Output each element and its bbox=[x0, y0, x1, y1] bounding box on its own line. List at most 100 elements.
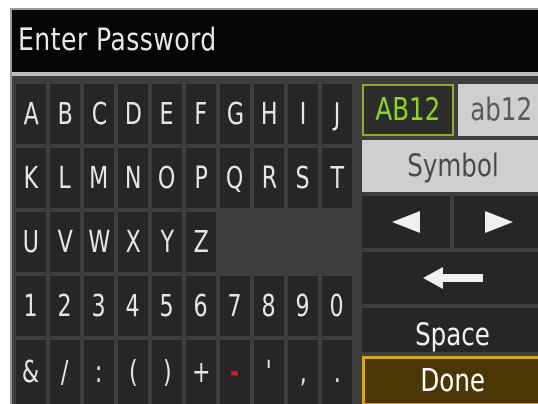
key-label: J bbox=[333, 96, 341, 132]
key-1-9[interactable]: T bbox=[322, 148, 352, 208]
key-4-9[interactable]: . bbox=[322, 340, 352, 404]
key-2-5[interactable]: Z bbox=[186, 212, 216, 272]
key-label: - bbox=[230, 354, 240, 390]
space-button[interactable]: Space bbox=[362, 308, 538, 353]
key-label: / bbox=[61, 354, 69, 390]
key-4-7[interactable]: ' bbox=[254, 340, 284, 404]
key-label: V bbox=[57, 224, 73, 260]
key-1-7[interactable]: R bbox=[254, 148, 284, 208]
key-3-9[interactable]: 0 bbox=[322, 276, 352, 336]
uppercase-mode-button[interactable]: AB12 bbox=[362, 84, 454, 136]
key-1-1[interactable]: L bbox=[50, 148, 80, 208]
key-1-5[interactable]: P bbox=[186, 148, 216, 208]
key-0-1[interactable]: B bbox=[50, 84, 80, 144]
key-2-0[interactable]: U bbox=[16, 212, 46, 272]
key-label: Z bbox=[193, 224, 209, 260]
key-3-4[interactable]: 5 bbox=[152, 276, 182, 336]
key-0-5[interactable]: F bbox=[186, 84, 216, 144]
key-label: R bbox=[261, 160, 277, 196]
key-1-2[interactable]: M bbox=[84, 148, 114, 208]
key-1-6[interactable]: Q bbox=[220, 148, 250, 208]
done-label: Done bbox=[420, 363, 486, 399]
key-label: 3 bbox=[91, 288, 107, 324]
lowercase-mode-label: ab12 bbox=[470, 92, 532, 128]
key-label: G bbox=[226, 96, 244, 132]
key-label: B bbox=[57, 96, 73, 132]
key-0-3[interactable]: D bbox=[118, 84, 148, 144]
key-label: 0 bbox=[329, 288, 345, 324]
key-label: I bbox=[299, 96, 307, 132]
key-label: . bbox=[333, 354, 341, 390]
key-3-7[interactable]: 8 bbox=[254, 276, 284, 336]
cursor-right-button[interactable] bbox=[454, 196, 538, 248]
key-label: K bbox=[23, 160, 39, 196]
key-label: ' bbox=[265, 354, 273, 390]
key-4-3[interactable]: ( bbox=[118, 340, 148, 404]
key-2-3[interactable]: X bbox=[118, 212, 148, 272]
key-3-3[interactable]: 4 bbox=[118, 276, 148, 336]
left-triangle-icon bbox=[392, 211, 420, 233]
space-label: Space bbox=[415, 317, 491, 353]
key-label: E bbox=[160, 96, 174, 132]
right-triangle-icon bbox=[485, 211, 513, 233]
key-1-4[interactable]: O bbox=[152, 148, 182, 208]
key-label: 7 bbox=[227, 288, 243, 324]
key-label: 2 bbox=[57, 288, 73, 324]
symbol-label: Symbol bbox=[407, 148, 499, 184]
symbol-button[interactable]: Symbol bbox=[362, 140, 538, 192]
done-button[interactable]: Done bbox=[362, 356, 538, 404]
cursor-left-button[interactable] bbox=[362, 196, 450, 248]
key-label: 1 bbox=[23, 288, 39, 324]
key-3-1[interactable]: 2 bbox=[50, 276, 80, 336]
key-label: M bbox=[89, 160, 109, 196]
key-label: D bbox=[124, 96, 142, 132]
key-3-5[interactable]: 6 bbox=[186, 276, 216, 336]
key-0-7[interactable]: H bbox=[254, 84, 284, 144]
key-label: P bbox=[194, 160, 208, 196]
key-label: + bbox=[191, 354, 211, 390]
key-2-2[interactable]: W bbox=[84, 212, 114, 272]
key-3-0[interactable]: 1 bbox=[16, 276, 46, 336]
key-4-0[interactable]: & bbox=[16, 340, 46, 404]
key-0-6[interactable]: G bbox=[220, 84, 250, 144]
key-2-1[interactable]: V bbox=[50, 212, 80, 272]
lowercase-mode-button[interactable]: ab12 bbox=[458, 84, 538, 136]
key-4-1[interactable]: / bbox=[50, 340, 80, 404]
password-field[interactable]: Enter Password bbox=[18, 18, 217, 62]
title-bar: Enter Password bbox=[12, 10, 538, 76]
key-4-4[interactable]: ) bbox=[152, 340, 182, 404]
key-label: 5 bbox=[159, 288, 175, 324]
key-label: N bbox=[124, 160, 142, 196]
key-label: H bbox=[260, 96, 278, 132]
key-1-8[interactable]: S bbox=[288, 148, 318, 208]
key-label: C bbox=[91, 96, 107, 132]
key-4-8[interactable]: , bbox=[288, 340, 318, 404]
key-0-4[interactable]: E bbox=[152, 84, 182, 144]
key-3-2[interactable]: 3 bbox=[84, 276, 114, 336]
key-0-2[interactable]: C bbox=[84, 84, 114, 144]
key-4-5[interactable]: + bbox=[186, 340, 216, 404]
key-label: ) bbox=[162, 354, 172, 390]
key-4-2[interactable]: : bbox=[84, 340, 114, 404]
key-label: U bbox=[22, 224, 40, 260]
key-0-0[interactable]: A bbox=[16, 84, 46, 144]
key-label: T bbox=[330, 160, 344, 196]
key-label: L bbox=[58, 160, 72, 196]
key-4-6[interactable]: - bbox=[220, 340, 250, 404]
key-3-6[interactable]: 7 bbox=[220, 276, 250, 336]
key-2-4[interactable]: Y bbox=[152, 212, 182, 272]
key-label: : bbox=[95, 354, 103, 390]
backspace-button[interactable] bbox=[362, 252, 538, 304]
key-1-3[interactable]: N bbox=[118, 148, 148, 208]
key-label: X bbox=[125, 224, 141, 260]
keyboard-grid: A B C D E F G H I J K L M N O P Q R S T U V W X Y Z 1 2 3 4 5 6 7 8 9 0 & /: (… bbox=[16, 84, 356, 404]
key-label: , bbox=[299, 354, 307, 390]
key-3-8[interactable]: 9 bbox=[288, 276, 318, 336]
key-label: W bbox=[88, 224, 110, 260]
key-label: 6 bbox=[193, 288, 209, 324]
key-0-8[interactable]: I bbox=[288, 84, 318, 144]
key-0-9[interactable]: J bbox=[322, 84, 352, 144]
key-label: Y bbox=[160, 224, 174, 260]
key-1-0[interactable]: K bbox=[16, 148, 46, 208]
left-arrow-icon bbox=[423, 267, 483, 289]
